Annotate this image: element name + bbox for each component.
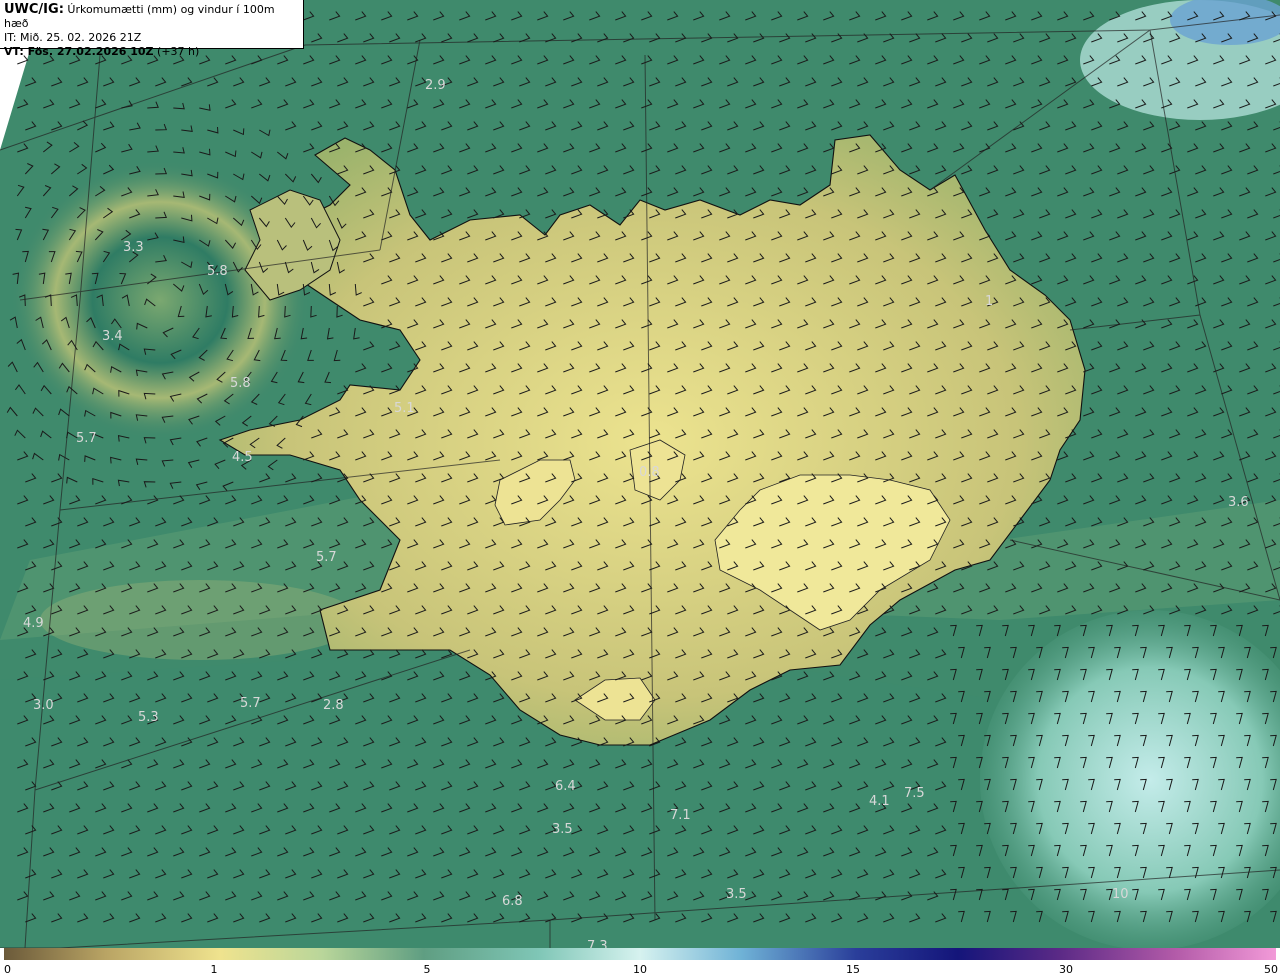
- colorbar-tick: 30: [1059, 963, 1073, 976]
- value-label: 3.6: [1228, 495, 1249, 510]
- value-label: 3.5: [552, 822, 573, 837]
- value-label: 5.7: [76, 431, 97, 446]
- value-label: 6.4: [555, 779, 576, 794]
- colorbar-tick: 50: [1264, 963, 1278, 976]
- value-label: 3.0: [33, 698, 54, 713]
- value-label: 3.3: [123, 240, 144, 255]
- value-label: 0.8: [639, 465, 660, 480]
- colorbar-tick: 0: [4, 963, 11, 976]
- value-label: 5.1: [394, 401, 415, 416]
- valid-time-line: VT: Fös. 27.02.2026 10Z (+37 h): [4, 45, 299, 59]
- forecast-offset: (+37 h): [157, 45, 200, 58]
- value-label: 6.8: [502, 894, 523, 909]
- value-label: 3.4: [102, 329, 123, 344]
- value-label: 2.8: [323, 698, 344, 713]
- value-label: 5.7: [316, 550, 337, 565]
- colorbar-tick: 1: [210, 963, 218, 976]
- valid-time: VT: Fös. 27.02.2026 10Z: [4, 45, 154, 58]
- value-label: 5.8: [230, 376, 251, 391]
- init-time: IT: Mið. 25. 02. 2026 21Z: [4, 31, 142, 44]
- colorbar: 0 1 5 10 15 30 50: [0, 948, 1280, 978]
- value-label: 4.1: [869, 794, 890, 809]
- value-label: 10: [1112, 887, 1129, 902]
- value-label: 7.5: [904, 786, 925, 801]
- precipitation-wind-map: 2.9 3.3 5.8 3.4 5.8 5.1 5.7 4.5 5.7 4.9 …: [0, 0, 1280, 948]
- value-label: 5.7: [240, 696, 261, 711]
- value-label: 5.3: [138, 710, 159, 725]
- map-header: UWC/IG: Úrkomumætti (mm) og vindur í 100…: [0, 0, 304, 58]
- header-title-line: UWC/IG: Úrkomumætti (mm) og vindur í 100…: [4, 3, 299, 31]
- value-label: 1: [985, 294, 993, 309]
- value-label: 2.9: [425, 78, 446, 93]
- colorbar-strip: [4, 948, 1276, 960]
- product-code: UWC/IG:: [4, 2, 64, 17]
- value-label: 4.9: [23, 616, 44, 631]
- colorbar-tick: 5: [423, 963, 431, 976]
- value-label: 4.5: [232, 450, 253, 465]
- colorbar-tick: 10: [633, 963, 647, 976]
- colorbar-tick: 15: [846, 963, 860, 976]
- value-label: 5.8: [207, 264, 228, 279]
- value-label: 7.3: [587, 939, 608, 948]
- value-label: 7.1: [670, 808, 691, 823]
- value-label: 3.5: [726, 887, 747, 902]
